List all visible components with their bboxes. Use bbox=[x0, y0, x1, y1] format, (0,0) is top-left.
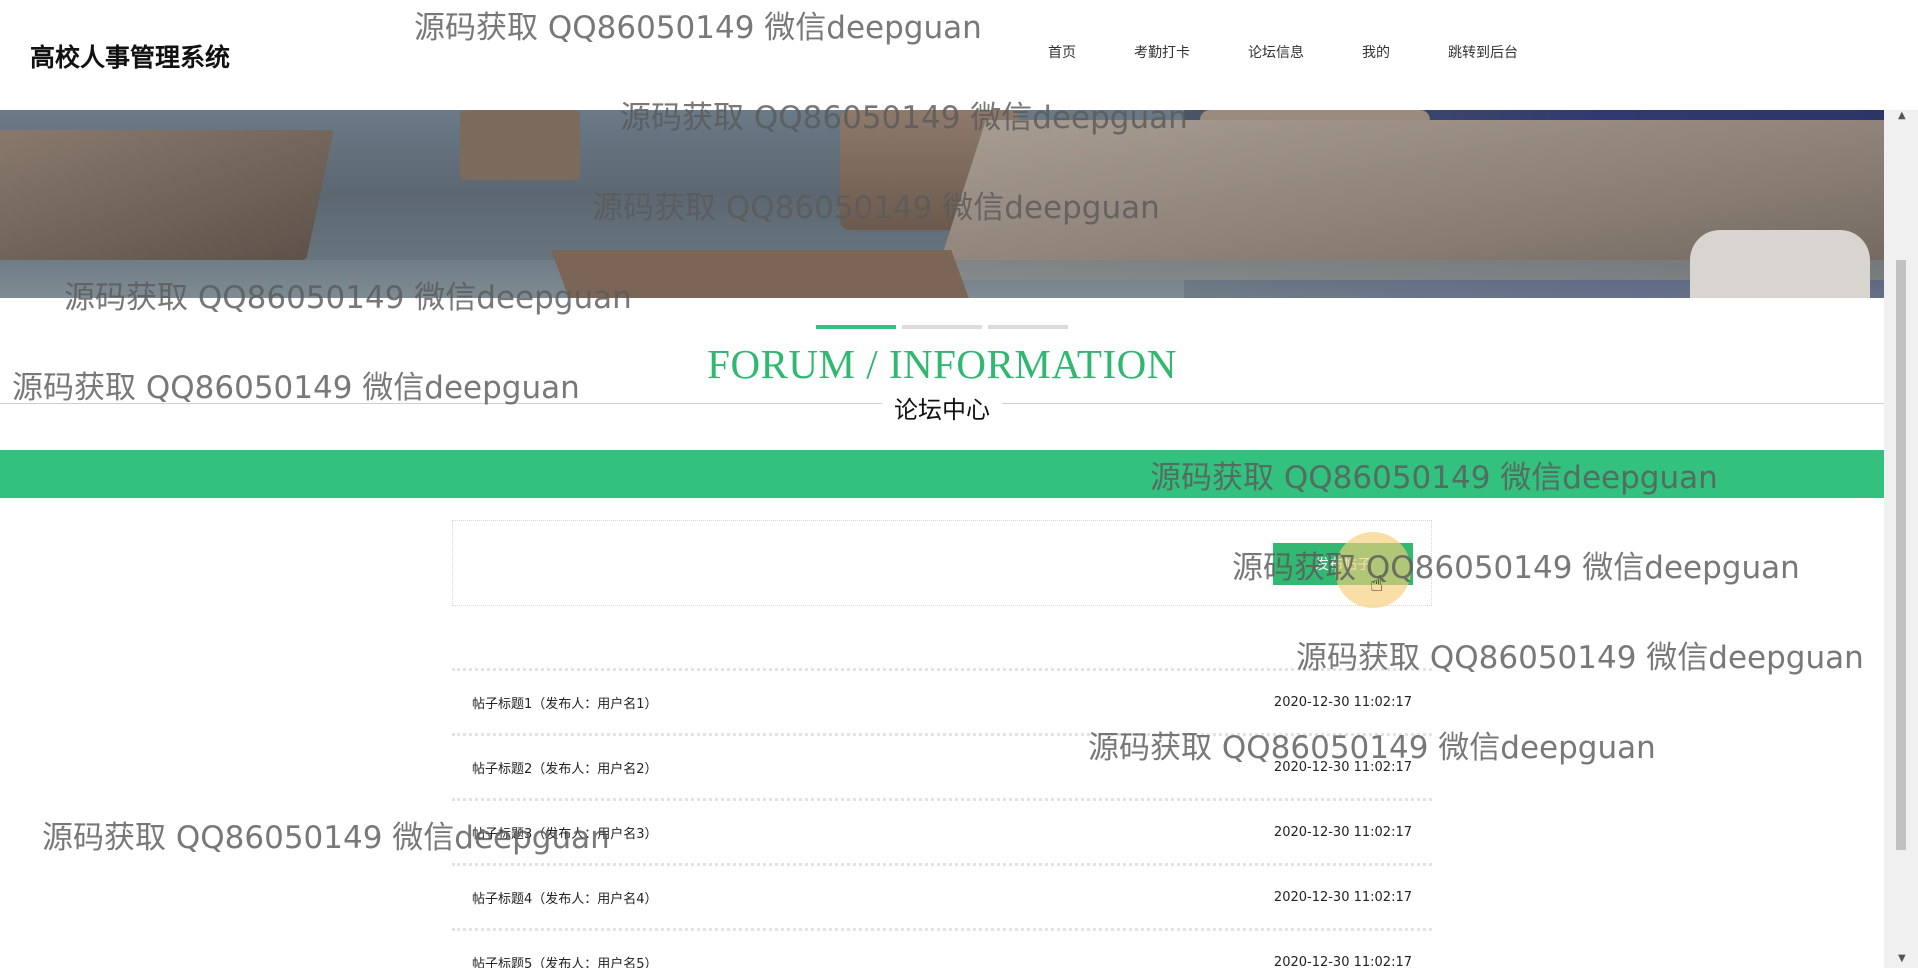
section-title-en: FORUM / INFORMATION bbox=[707, 341, 1177, 387]
post-date: 2020-12-30 11:02:17 bbox=[1273, 954, 1412, 968]
post-date: 2020-12-30 11:02:17 bbox=[1273, 889, 1412, 905]
banner-image bbox=[0, 110, 1884, 298]
carousel-dot-1[interactable] bbox=[816, 325, 896, 329]
list-item[interactable]: 帖子标题2（发布人：用户名2） 2020-12-30 11:02:17 bbox=[452, 733, 1432, 798]
nav-mine[interactable]: 我的 bbox=[1362, 42, 1390, 62]
carousel-indicators bbox=[816, 325, 1074, 329]
green-banner-bar bbox=[0, 450, 1884, 498]
page-scrollbar[interactable]: ▲ ▼ bbox=[1884, 110, 1918, 968]
nav-admin[interactable]: 跳转到后台 bbox=[1448, 42, 1518, 62]
site-logo: 高校人事管理系统 bbox=[30, 43, 231, 72]
section-title-cn: 论坛中心 bbox=[882, 390, 1002, 425]
scroll-down-icon[interactable]: ▼ bbox=[1898, 953, 1906, 964]
nav-attendance[interactable]: 考勤打卡 bbox=[1134, 42, 1190, 62]
list-item[interactable]: 帖子标题3（发布人：用户名3） 2020-12-30 11:02:17 bbox=[452, 798, 1432, 863]
post-title[interactable]: 帖子标题5（发布人：用户名5） bbox=[472, 953, 658, 968]
scroll-thumb[interactable] bbox=[1896, 260, 1906, 850]
forum-post-list: 帖子标题1（发布人：用户名1） 2020-12-30 11:02:17 帖子标题… bbox=[452, 668, 1432, 968]
main-nav: 首页 考勤打卡 论坛信息 我的 跳转到后台 bbox=[1030, 42, 1576, 62]
post-title[interactable]: 帖子标题1（发布人：用户名1） bbox=[472, 693, 658, 712]
post-title[interactable]: 帖子标题4（发布人：用户名4） bbox=[472, 888, 658, 907]
carousel-dot-2[interactable] bbox=[902, 325, 982, 329]
post-date: 2020-12-30 11:02:17 bbox=[1273, 759, 1412, 775]
section-subtitle-wrap: 论坛中心 bbox=[0, 390, 1884, 425]
post-date: 2020-12-30 11:02:17 bbox=[1273, 824, 1412, 840]
list-item[interactable]: 帖子标题4（发布人：用户名4） 2020-12-30 11:02:17 bbox=[452, 863, 1432, 928]
top-header: 高校人事管理系统 首页 考勤打卡 论坛信息 我的 跳转到后台 bbox=[0, 0, 1884, 110]
post-title[interactable]: 帖子标题2（发布人：用户名2） bbox=[472, 758, 658, 777]
carousel-dot-3[interactable] bbox=[988, 325, 1068, 329]
scroll-up-icon[interactable]: ▲ bbox=[1898, 110, 1906, 121]
hand-cursor-icon: ☝ bbox=[1370, 572, 1384, 597]
nav-home[interactable]: 首页 bbox=[1048, 42, 1076, 62]
post-title[interactable]: 帖子标题3（发布人：用户名3） bbox=[472, 823, 658, 842]
list-item[interactable]: 帖子标题1（发布人：用户名1） 2020-12-30 11:02:17 bbox=[452, 668, 1432, 733]
post-date: 2020-12-30 11:02:17 bbox=[1273, 694, 1412, 710]
post-toolbar: 发布帖子 bbox=[452, 520, 1432, 606]
nav-forum[interactable]: 论坛信息 bbox=[1248, 42, 1304, 62]
list-item[interactable]: 帖子标题5（发布人：用户名5） 2020-12-30 11:02:17 bbox=[452, 928, 1432, 968]
